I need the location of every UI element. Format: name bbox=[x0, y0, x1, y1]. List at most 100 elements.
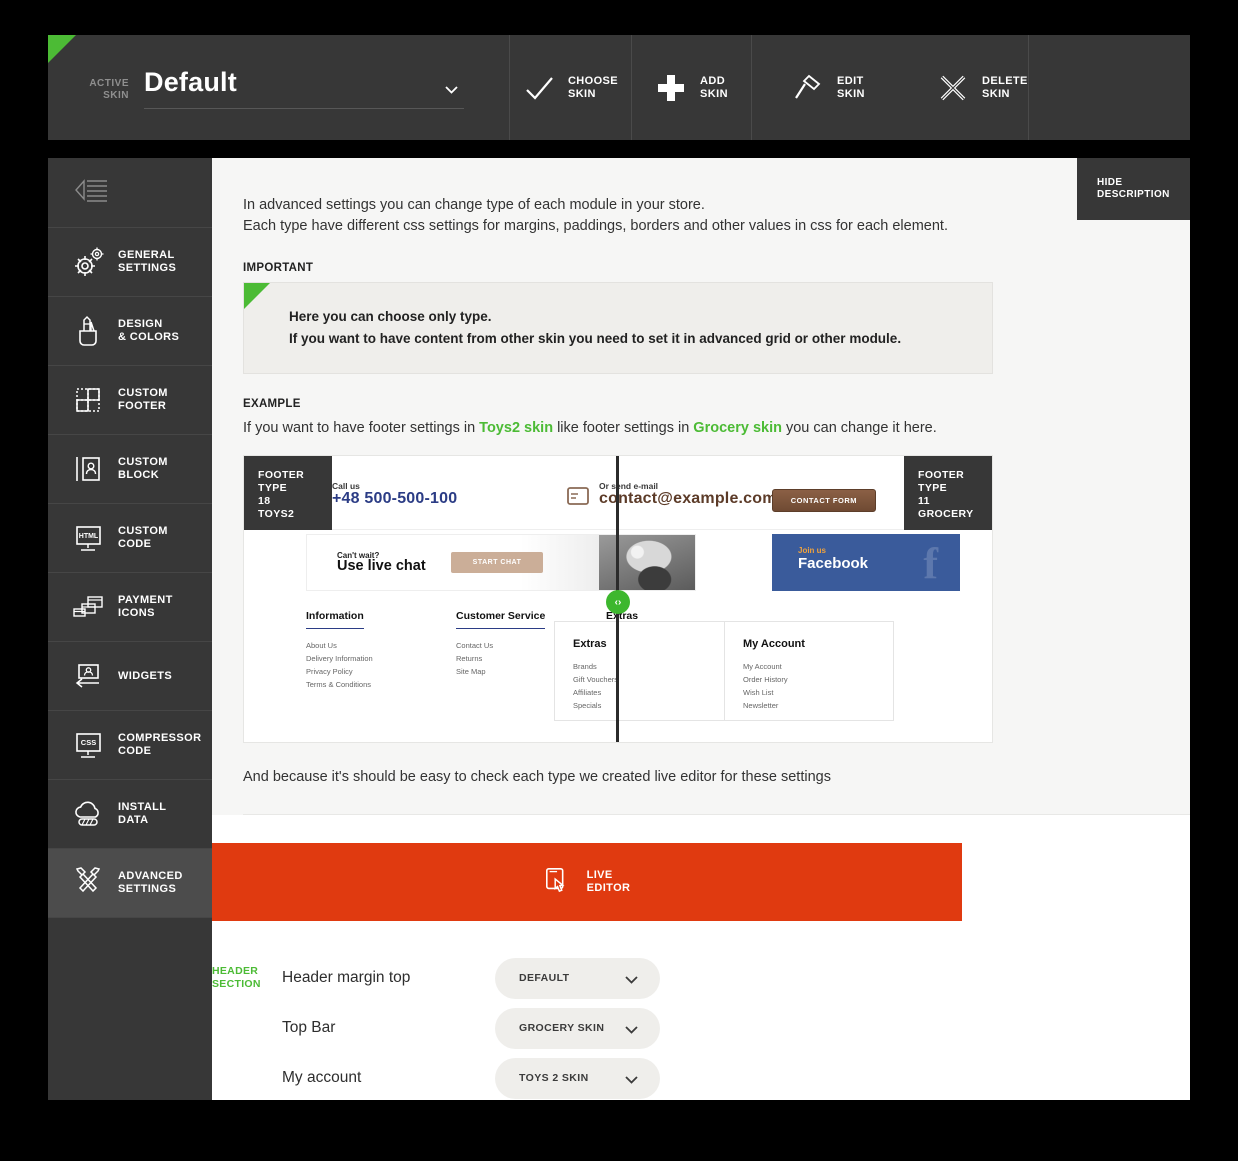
person-card-icon bbox=[70, 452, 106, 486]
edit-skin-label: EDIT SKIN bbox=[837, 75, 865, 101]
footer-comparison-preview[interactable]: FOOTER TYPE 18 TOYS2 FOOTER TYPE 11 GROC… bbox=[243, 455, 993, 743]
pencil-cup-icon bbox=[70, 314, 106, 348]
preview-grocery-columns: Extras Brands Gift Vouchers Affiliates S… bbox=[554, 621, 894, 721]
active-skin-label: ACTIVE SKIN bbox=[81, 78, 129, 102]
footer-link[interactable]: Newsletter bbox=[743, 699, 893, 712]
widget-arrow-icon bbox=[70, 659, 106, 693]
facebook-icon: f bbox=[923, 538, 938, 589]
chat-big: Use live chat bbox=[337, 558, 426, 574]
sidebar-label: CUSTOM CODE bbox=[118, 525, 168, 551]
plus-icon bbox=[655, 72, 687, 104]
skin-dropdown[interactable]: Default bbox=[144, 67, 464, 109]
check-icon bbox=[523, 72, 555, 104]
hide-description-label: HIDE DESCRIPTION bbox=[1097, 177, 1170, 201]
sidebar-label: GENERAL SETTINGS bbox=[118, 249, 176, 275]
sidebar-item-widgets[interactable]: WIDGETS bbox=[48, 642, 212, 711]
panel-body: GENERAL SETTINGS DESIGN & COLORS bbox=[48, 158, 1190, 1100]
chevron-down-icon bbox=[625, 975, 638, 987]
intro-line-1: In advanced settings you can change type… bbox=[243, 195, 1190, 216]
setting-dropdown[interactable]: GROCERY SKIN bbox=[495, 1008, 660, 1049]
footer-link[interactable]: Gift Vouchers bbox=[573, 673, 724, 686]
comparison-drag-handle[interactable]: ‹› bbox=[606, 590, 630, 614]
sidebar-label: WIDGETS bbox=[118, 670, 172, 683]
edit-skin-button[interactable]: EDIT SKIN bbox=[752, 35, 937, 140]
footer-link[interactable]: My Account bbox=[743, 660, 893, 673]
setting-label: My account bbox=[282, 1069, 495, 1087]
example-sentence: If you want to have footer settings in T… bbox=[243, 418, 1190, 439]
setting-value: GROCERY SKIN bbox=[519, 1022, 604, 1034]
live-editor-button[interactable]: LIVE EDITOR bbox=[212, 843, 962, 921]
active-skin-selector[interactable]: ACTIVE SKIN Default bbox=[48, 35, 510, 140]
preview-left-tag: FOOTER TYPE 18 TOYS2 bbox=[244, 456, 332, 530]
contact-form-button[interactable]: CONTACT FORM bbox=[772, 489, 876, 512]
facebook-big: Facebook bbox=[798, 555, 868, 572]
callout-flag-decoration bbox=[244, 283, 270, 309]
footer-column-title: My Account bbox=[743, 638, 893, 650]
delete-skin-button[interactable]: DELETE SKIN bbox=[937, 35, 1029, 140]
add-skin-label: ADD SKIN bbox=[700, 75, 728, 101]
example-skin-a: Toys2 skin bbox=[479, 420, 553, 436]
setting-dropdown[interactable]: DEFAULT bbox=[495, 958, 660, 999]
setting-row: HEADER SECTION Header margin top DEFAULT bbox=[212, 953, 1190, 1003]
call-us-phone: +48 500-500-100 bbox=[332, 490, 457, 508]
facebook-small: Join us bbox=[798, 546, 826, 555]
description-area: In advanced settings you can change type… bbox=[212, 158, 1190, 815]
sidebar-item-payment-icons[interactable]: PAYMENT ICONS bbox=[48, 573, 212, 642]
preview-right-tag: FOOTER TYPE 11 GROCERY bbox=[904, 456, 992, 530]
sidebar-item-general-settings[interactable]: GENERAL SETTINGS bbox=[48, 228, 212, 297]
css-monitor-icon: CSS bbox=[70, 728, 106, 762]
call-us-block: Call us +48 500-500-100 bbox=[332, 481, 457, 508]
live-editor-section: LIVE EDITOR bbox=[212, 815, 1190, 921]
footer-link[interactable]: Specials bbox=[573, 699, 724, 712]
example-skin-b: Grocery skin bbox=[693, 420, 782, 436]
sidebar-item-custom-footer[interactable]: CUSTOM FOOTER bbox=[48, 366, 212, 435]
settings-list: HEADER SECTION Header margin top DEFAULT… bbox=[212, 921, 1190, 1100]
footer-column: My Account My Account Order History Wish… bbox=[724, 622, 893, 720]
setting-row: Top Bar GROCERY SKIN bbox=[212, 1003, 1190, 1053]
sidebar-label: CUSTOM BLOCK bbox=[118, 456, 168, 482]
sidebar-item-design-colors[interactable]: DESIGN & COLORS bbox=[48, 297, 212, 366]
sidebar-item-install-data[interactable]: INSTALL DATA bbox=[48, 780, 212, 849]
sidebar-collapse-button[interactable] bbox=[48, 158, 212, 228]
sidebar-item-custom-code[interactable]: HTML CUSTOM CODE bbox=[48, 504, 212, 573]
sidebar-nav: GENERAL SETTINGS DESIGN & COLORS bbox=[48, 158, 212, 1100]
footer-column-title: Customer Service bbox=[456, 610, 545, 629]
footer-link[interactable]: Delivery Information bbox=[306, 652, 456, 665]
setting-dropdown[interactable]: TOYS 2 SKIN bbox=[495, 1058, 660, 1099]
sidebar-item-advanced-settings[interactable]: ADVANCED SETTINGS bbox=[48, 849, 212, 918]
important-line-1: Here you can choose only type. bbox=[289, 306, 992, 328]
important-line-2: If you want to have content from other s… bbox=[289, 328, 992, 350]
intro-line-2: Each type have different css settings fo… bbox=[243, 216, 1190, 237]
footer-link[interactable]: Order History bbox=[743, 673, 893, 686]
after-preview-text: And because it's should be easy to check… bbox=[243, 767, 1190, 815]
choose-skin-label: CHOOSE SKIN bbox=[568, 75, 618, 101]
chevron-down-icon bbox=[625, 1025, 638, 1037]
hammer-icon bbox=[792, 72, 824, 104]
chevron-down-icon bbox=[445, 86, 458, 94]
start-chat-button[interactable]: START CHAT bbox=[451, 552, 544, 573]
cross-icon bbox=[937, 72, 969, 104]
footer-link[interactable]: Terms & Conditions bbox=[306, 678, 456, 691]
sidebar-item-custom-block[interactable]: CUSTOM BLOCK bbox=[48, 435, 212, 504]
main-content: HIDE DESCRIPTION In advanced settings yo… bbox=[212, 158, 1190, 1100]
footer-link[interactable]: Wish List bbox=[743, 686, 893, 699]
footer-column-title: Information bbox=[306, 610, 364, 629]
delete-skin-label: DELETE SKIN bbox=[982, 75, 1028, 101]
footer-link[interactable]: Affiliates bbox=[573, 686, 724, 699]
html-monitor-icon: HTML bbox=[70, 521, 106, 555]
sidebar-item-compressor-code[interactable]: CSS COMPRESSOR CODE bbox=[48, 711, 212, 780]
svg-text:HTML: HTML bbox=[79, 533, 99, 540]
choose-skin-button[interactable]: CHOOSE SKIN bbox=[510, 35, 632, 140]
footer-link[interactable]: Brands bbox=[573, 660, 724, 673]
footer-link[interactable]: Privacy Policy bbox=[306, 665, 456, 678]
example-prefix: If you want to have footer settings in bbox=[243, 420, 479, 436]
footer-link[interactable]: About Us bbox=[306, 639, 456, 652]
header-section-tag: HEADER SECTION bbox=[212, 965, 282, 991]
hide-description-button[interactable]: HIDE DESCRIPTION bbox=[1077, 158, 1190, 220]
sidebar-label: CUSTOM FOOTER bbox=[118, 387, 168, 413]
cloud-download-icon bbox=[70, 797, 106, 831]
sidebar-label: DESIGN & COLORS bbox=[118, 318, 179, 344]
add-skin-button[interactable]: ADD SKIN bbox=[632, 35, 752, 140]
footer-column: Extras Brands Gift Vouchers Affiliates S… bbox=[555, 622, 724, 720]
example-suffix: you can change it here. bbox=[782, 420, 937, 436]
